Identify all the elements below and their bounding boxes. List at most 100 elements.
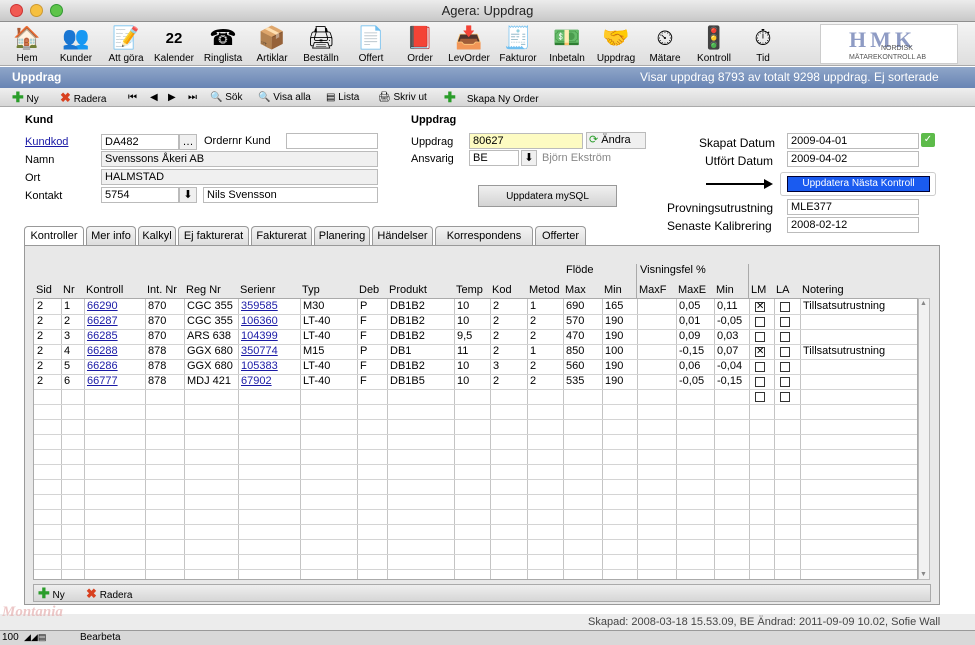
cell-kontroll[interactable]: 66285	[87, 329, 118, 344]
table-row[interactable]: 2 4 66288 878 GGX 680 350774 M15 P DB1 11 2 1 850 100…	[34, 344, 917, 359]
toolbar-stopwatch-button[interactable]: ⏱ Tid	[738, 22, 788, 66]
col-header-reg-nr[interactable]: Reg Nr	[186, 284, 221, 296]
tab-kalkyl[interactable]: Kalkyl	[138, 226, 176, 246]
cell-kontroll[interactable]: 66288	[87, 344, 118, 359]
la-checkbox[interactable]	[780, 377, 790, 387]
close-window-icon[interactable]	[10, 4, 23, 17]
col-header-maxe[interactable]: MaxE	[678, 284, 706, 296]
kontakt-dropdown-icon[interactable]: ⬇	[179, 187, 197, 203]
delete-record-button[interactable]: ✖ Radera	[60, 90, 116, 105]
kontakt-name-field[interactable]: Nils Svensson	[203, 187, 378, 203]
col-header-int-nr[interactable]: Int. Nr	[147, 284, 177, 296]
lm-checkbox[interactable]	[755, 332, 765, 342]
table-row[interactable]: 2 5 66286 878 GGX 680 105383 LT-40 F DB1B2 10 3 2 56…	[34, 359, 917, 374]
tab-kontroller[interactable]: Kontroller	[24, 226, 84, 247]
tab-offerter[interactable]: Offerter	[535, 226, 586, 246]
panel-delete-button[interactable]: ✖ Radera	[86, 586, 146, 601]
table-row[interactable]: 2 1 66290 870 CGC 355 359585 M30 P DB1B2 10 2 1 690 1…	[34, 299, 917, 314]
lm-checkbox[interactable]	[755, 362, 765, 372]
col-header-kod[interactable]: Kod	[492, 284, 512, 296]
kundkod-lookup-button[interactable]: …	[179, 134, 197, 150]
show-all-button[interactable]: 🔍 Visa alla	[258, 90, 311, 105]
new-row-lm-checkbox[interactable]	[755, 392, 765, 402]
toolbar-printer-button[interactable]: 🖨 Beställn	[296, 22, 346, 66]
tab-korrespondens[interactable]: Korrespondens	[435, 226, 533, 246]
col-header-notering[interactable]: Notering	[802, 284, 844, 296]
next-record-icon[interactable]: ▶	[168, 90, 176, 105]
la-checkbox[interactable]	[780, 317, 790, 327]
cell-serienr[interactable]: 359585	[241, 299, 278, 314]
col-header-kontroll[interactable]: Kontroll	[86, 284, 123, 296]
table-row[interactable]: 2 2 66287 870 CGC 355 106360 LT-40 F DB1B2 10 2 2 57…	[34, 314, 917, 329]
col-header-min-visning[interactable]: Min	[716, 284, 734, 296]
cell-serienr[interactable]: 105383	[241, 359, 278, 374]
update-mysql-button[interactable]: Uppdatera mySQL	[478, 185, 617, 207]
cell-kontroll[interactable]: 66777	[87, 374, 118, 389]
kundkod-link[interactable]: Kundkod	[25, 136, 68, 148]
kontakt-id-field[interactable]: 5754	[101, 187, 179, 203]
cell-serienr[interactable]: 350774	[241, 344, 278, 359]
ordernr-field[interactable]	[286, 133, 378, 149]
skapat-field[interactable]: 2009-04-01	[787, 133, 919, 149]
cell-kontroll[interactable]: 66287	[87, 314, 118, 329]
lm-checkbox[interactable]	[755, 317, 765, 327]
update-next-control-button[interactable]: Uppdatera Nästa Kontroll	[787, 176, 930, 192]
andra-button[interactable]: ⟳ Ändra	[586, 132, 646, 149]
first-record-icon[interactable]: ⏮	[128, 90, 137, 105]
lm-checkbox[interactable]: ✕	[755, 347, 765, 357]
cell-kontroll[interactable]: 66290	[87, 299, 118, 314]
zoom-level[interactable]: 100	[2, 632, 19, 643]
la-checkbox[interactable]	[780, 332, 790, 342]
kalibrering-field[interactable]: 2008-02-12	[787, 217, 919, 233]
provning-field[interactable]: MLE377	[787, 199, 919, 215]
tab-planering[interactable]: Planering	[314, 226, 370, 246]
lm-checkbox[interactable]	[755, 377, 765, 387]
scroll-up-icon[interactable]: ▲	[920, 300, 927, 307]
la-checkbox[interactable]	[780, 302, 790, 312]
new-record-button[interactable]: ✚ Ny	[12, 90, 48, 106]
tab-ej-fakturerat[interactable]: Ej fakturerat	[178, 226, 249, 246]
col-header-maxf[interactable]: MaxF	[639, 284, 667, 296]
kundkod-field[interactable]: DA482	[101, 134, 179, 150]
cell-serienr[interactable]: 106360	[241, 314, 278, 329]
lm-checkbox[interactable]: ✕	[755, 302, 765, 312]
scroll-down-icon[interactable]: ▼	[920, 571, 927, 578]
tab-händelser[interactable]: Händelser	[372, 226, 433, 246]
ansvarig-dropdown-icon[interactable]: ⬇	[521, 150, 537, 166]
list-button[interactable]: ▤ Lista	[326, 90, 359, 105]
col-header-la[interactable]: LA	[776, 284, 789, 296]
cell-serienr[interactable]: 104399	[241, 329, 278, 344]
create-order-button[interactable]: ✚ Skapa Ny Order	[444, 90, 539, 106]
col-header-metod[interactable]: Metod	[529, 284, 560, 296]
new-row-la-checkbox[interactable]	[780, 392, 790, 402]
col-header-serienr[interactable]: Serienr	[240, 284, 275, 296]
ort-field[interactable]: HALMSTAD	[101, 169, 378, 185]
col-header-deb[interactable]: Deb	[359, 284, 379, 296]
col-header-max[interactable]: Max	[565, 284, 586, 296]
table-row[interactable]: 2 6 66777 878 MDJ 421 67902 LT-40 F DB1B5 10 2 2 535…	[34, 374, 917, 389]
table-row[interactable]: 2 3 66285 870 ARS 638 104399 LT-40 F DB1B2 9,5 2 2 4…	[34, 329, 917, 344]
la-checkbox[interactable]	[780, 362, 790, 372]
col-header-typ[interactable]: Typ	[302, 284, 320, 296]
col-header-lm[interactable]: LM	[751, 284, 766, 296]
minimize-window-icon[interactable]	[30, 4, 43, 17]
panel-new-button[interactable]: ✚ Ny	[38, 586, 78, 602]
view-mode-icons[interactable]: ◢◢▤	[24, 632, 46, 643]
la-checkbox[interactable]	[780, 347, 790, 357]
namn-field[interactable]: Svenssons Åkeri AB	[101, 151, 378, 167]
zoom-window-icon[interactable]	[50, 4, 63, 17]
search-button[interactable]: 🔍 Sök	[210, 90, 242, 105]
cell-serienr[interactable]: 67902	[241, 374, 272, 389]
col-header-nr[interactable]: Nr	[63, 284, 75, 296]
uppdrag-field[interactable]: 80627	[469, 133, 583, 149]
tab-mer-info[interactable]: Mer info	[86, 226, 136, 246]
utfort-field[interactable]: 2009-04-02	[787, 151, 919, 167]
cell-kontroll[interactable]: 66286	[87, 359, 118, 374]
check-icon[interactable]: ✓	[921, 133, 935, 147]
last-record-icon[interactable]: ⏭	[188, 90, 197, 105]
toolbar-users-button[interactable]: 👥 Kunder	[51, 22, 101, 66]
grid-scrollbar[interactable]: ▲ ▼	[918, 298, 930, 580]
col-header-min[interactable]: Min	[604, 284, 622, 296]
tab-fakturerat[interactable]: Fakturerat	[251, 226, 312, 246]
col-header-sid[interactable]: Sid	[36, 284, 52, 296]
